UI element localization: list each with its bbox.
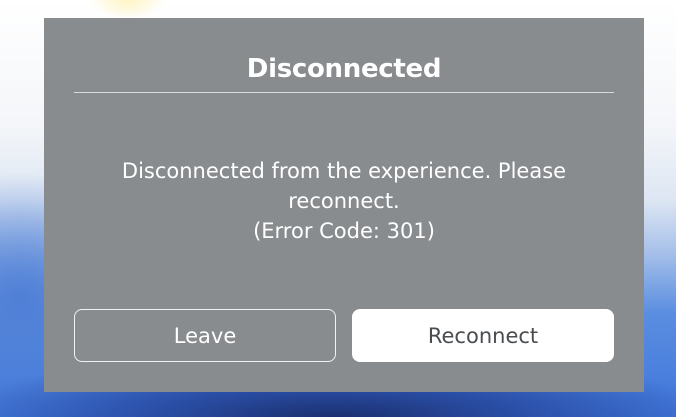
disconnected-dialog: Disconnected Disconnected from the exper…: [44, 18, 644, 392]
dialog-message: Disconnected from the experience. Please…: [104, 156, 584, 246]
reconnect-button[interactable]: Reconnect: [352, 309, 614, 362]
background-sun-glow: [88, 0, 168, 20]
leave-button[interactable]: Leave: [74, 309, 336, 362]
message-line-2: reconnect.: [288, 189, 400, 213]
title-divider: [74, 92, 614, 93]
reconnect-button-label: Reconnect: [427, 323, 539, 348]
leave-button-label: Leave: [173, 323, 237, 348]
message-line-1: Disconnected from the experience. Please: [121, 159, 567, 183]
error-code-text: (Error Code: 301): [253, 219, 435, 243]
dialog-title: Disconnected: [246, 54, 442, 84]
